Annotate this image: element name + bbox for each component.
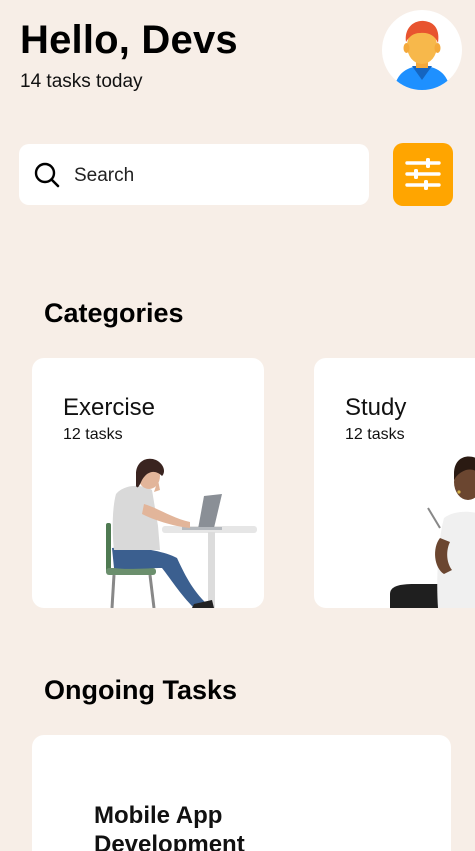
greeting-title: Hello, Devs — [20, 18, 238, 62]
task-card[interactable]: Mobile App Development — [32, 735, 451, 851]
person-studying-illustration — [390, 456, 475, 608]
home-screen: Hello, Devs 14 tasks today Search Catego… — [0, 0, 475, 851]
user-avatar-icon — [394, 20, 450, 90]
search-bar[interactable]: Search — [19, 144, 369, 205]
filter-button[interactable] — [393, 143, 453, 206]
task-title: Mobile App Development — [94, 802, 245, 851]
search-input[interactable]: Search — [74, 165, 134, 187]
search-icon — [34, 162, 60, 188]
ongoing-tasks-heading: Ongoing Tasks — [44, 675, 238, 705]
category-card-exercise[interactable]: Exercise 12 tasks — [32, 358, 264, 608]
avatar[interactable] — [382, 10, 462, 90]
woman-at-laptop-illustration — [106, 458, 257, 608]
categories-heading: Categories — [44, 298, 184, 328]
category-card-study[interactable]: Study 12 tasks — [314, 358, 475, 608]
tasks-count-subtitle: 14 tasks today — [20, 71, 143, 92]
sliders-icon — [405, 158, 441, 190]
